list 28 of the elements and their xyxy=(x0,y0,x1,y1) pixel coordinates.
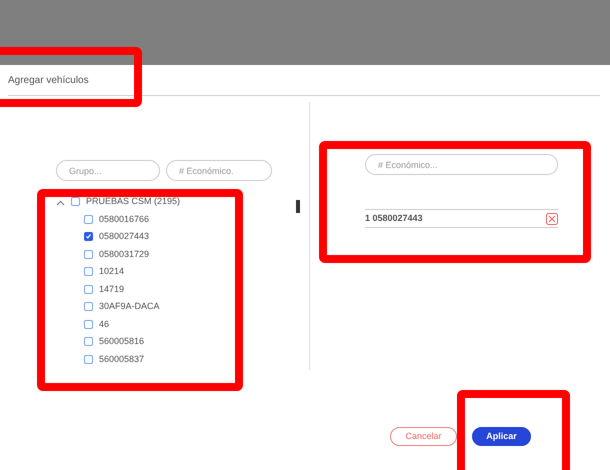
tree-item-label: 14719 xyxy=(99,282,124,296)
drag-handle[interactable] xyxy=(296,200,300,213)
checkbox[interactable] xyxy=(84,354,93,364)
checkbox[interactable] xyxy=(84,232,93,242)
tree-item-label: 560005816 xyxy=(99,335,144,348)
checkbox[interactable] xyxy=(84,337,93,346)
tree-item-label: 30AF9A-DACA xyxy=(99,300,160,313)
search-field[interactable]: # Económico... xyxy=(365,154,558,175)
dialog-title: Agregar vehículos xyxy=(8,74,89,88)
remove-icon[interactable] xyxy=(546,212,558,224)
tree-item-label: 46 xyxy=(99,318,110,330)
checkbox[interactable] xyxy=(84,214,93,224)
apply-button[interactable]: Aplicar xyxy=(472,427,531,446)
search-field[interactable]: Grupo... xyxy=(56,160,160,181)
selected-item-label: 1 0580027443 xyxy=(365,212,423,225)
search-field[interactable]: # Económico. xyxy=(166,160,272,181)
checkbox[interactable] xyxy=(84,284,93,294)
checkbox[interactable] xyxy=(84,250,93,259)
checkbox[interactable] xyxy=(84,267,93,276)
tree-item-label: 10214 xyxy=(99,265,124,278)
tree-item-label: PRUEBAS CSM (2195) xyxy=(86,195,180,208)
checkbox[interactable] xyxy=(84,302,93,312)
tree-item-label: 0580027443 xyxy=(99,230,150,243)
tree-item-label: 560005837 xyxy=(99,352,144,366)
checkbox[interactable] xyxy=(84,320,93,329)
tree-item-label: 0580016766 xyxy=(99,212,150,226)
checkbox[interactable] xyxy=(71,197,80,206)
tree-item-label: 0580031729 xyxy=(99,248,150,260)
